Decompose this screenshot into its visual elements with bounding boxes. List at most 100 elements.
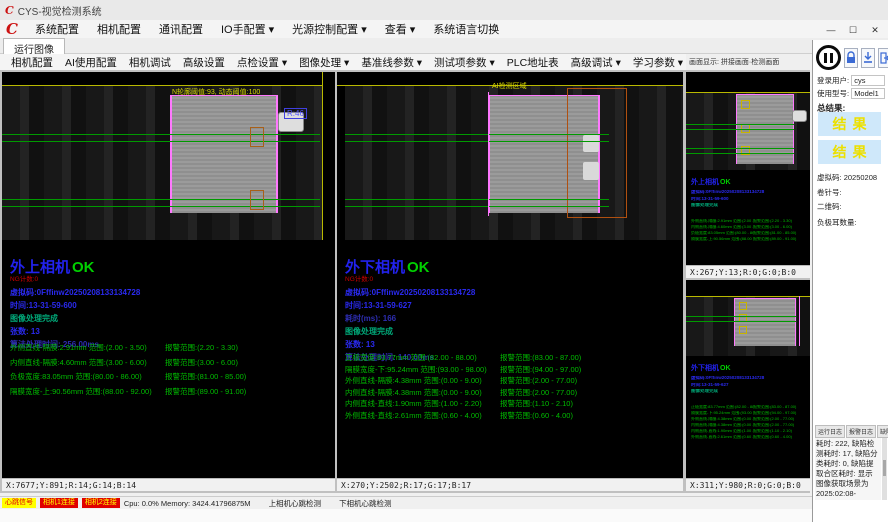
exit-button[interactable]: [878, 48, 888, 68]
measure-line-green: [686, 124, 794, 125]
proc-time-label: 耗时(ms): 166: [345, 315, 665, 323]
process-status-label: 图像处理完成: [10, 315, 330, 323]
time-label: 时间:13-31-59-627: [691, 383, 807, 388]
process-status-label: 图像处理完成: [691, 203, 807, 208]
time-label: 时间:13-31-59-600: [10, 302, 330, 310]
upper-camera-heartbeat-label: 上相机心跳检测: [269, 498, 322, 509]
alarm-range: 报警范围:(0.60 - 4.00): [500, 410, 573, 421]
menu-camera-config[interactable]: 相机配置: [88, 20, 150, 38]
measurement-row: 外侧直线-直线:2.61mm 范围:(0.60 - 4.00)报警范围:(0.6…: [345, 405, 675, 417]
tool-baseline-params[interactable]: 基准线参数 ▾: [355, 55, 428, 70]
measurement-value: 隔膜宽度-上:90.56mm 范围:(88.00 - 92.00): [691, 237, 753, 241]
frame-count-label: 张数: 13: [10, 328, 330, 336]
minimize-button[interactable]: —: [820, 23, 842, 36]
lower-camera-heartbeat-label: 下相机心跳检测: [339, 498, 392, 509]
measure-line-green: [345, 206, 609, 207]
measurement-row: 外侧直线-隔膜:2.91mm 范围:(2.00 - 3.50)报警范围:(2.2…: [10, 337, 335, 352]
edge-line-pink: [488, 92, 489, 216]
menu-language-switch[interactable]: 系统语言切换: [424, 20, 508, 38]
tool-test-params[interactable]: 测试项参数 ▾: [428, 55, 501, 70]
log-tabs: 运行日志 报警日志 缺陷日志: [815, 425, 887, 438]
measure-line-green: [345, 141, 609, 142]
log-tab-run[interactable]: 运行日志: [815, 425, 845, 438]
menu-io-config[interactable]: IO手配置 ▾: [212, 20, 283, 38]
log-tab-alarm[interactable]: 报警日志: [846, 425, 876, 438]
close-button[interactable]: ✕: [864, 23, 886, 36]
detect-box-orange: [250, 190, 264, 210]
result-box-upper: 结果: [818, 112, 881, 136]
guide-line-yellow: [686, 92, 810, 93]
tool-plc-address-table[interactable]: PLC地址表: [501, 55, 565, 70]
camera-title: 外上相机: [10, 260, 70, 275]
r-value-overlay-label: R:46: [284, 108, 307, 119]
measurement-row: 正极宽度:83.77mm 范围:(82.00 - 88.00)报警范围:(83.…: [345, 347, 675, 359]
model-row: 使用型号: Model1: [817, 88, 885, 99]
menu-view[interactable]: 查看 ▾: [376, 20, 425, 38]
measurement-value: 隔膜宽度-上:90.56mm 范围:(88.00 - 92.00): [10, 386, 165, 397]
camera-view-lower[interactable]: AI检测区域 外下相机OK NG计数:0 虚拟码:0Fffinw20250208…: [337, 72, 683, 478]
measurement-value: 外侧直线-直线:2.61mm 范围:(0.60 - 4.00): [345, 410, 500, 421]
measurement-row: 内侧直线-隔膜:4.60mm 范围:(3.00 - 6.00)报警范围:(3.0…: [10, 352, 335, 367]
tool-advanced-settings[interactable]: 高级设置: [177, 55, 231, 70]
tool-image-processing[interactable]: 图像处理 ▾: [293, 55, 355, 70]
menu-comm-config[interactable]: 通讯配置: [150, 20, 212, 38]
tool-advanced-debug[interactable]: 高级调试 ▾: [565, 55, 627, 70]
guide-line-yellow: [686, 296, 810, 297]
result-ok-label: OK: [720, 179, 731, 186]
thumbnail-view-upper[interactable]: 外上相机OK 虚拟码:0Fffinw20250208133134728 时间:1…: [686, 72, 810, 265]
tool-spot-check[interactable]: 点检设置 ▾: [231, 55, 293, 70]
tab-blob: [583, 162, 599, 180]
ng-counter-label: NG计数:0: [10, 277, 330, 284]
tool-camera-debug[interactable]: 相机调试: [123, 55, 177, 70]
process-status-label: 图像处理完成: [691, 389, 807, 394]
needle-number-label: 卷针号:: [817, 187, 842, 198]
thumbnail-view-lower[interactable]: 外下相机OK 虚拟码:0Fffinw20250208133134728 时间:1…: [686, 280, 810, 478]
detect-box-orange: [250, 127, 264, 147]
measure-line-green: [345, 199, 609, 200]
virtual-code-value: 20250208: [844, 173, 877, 182]
thumbnail-header-label: 画面显示: 拼接画面·检测画面: [689, 57, 779, 67]
model-value: Model1: [851, 88, 885, 99]
log-scrollbar-thumb[interactable]: [883, 460, 886, 476]
menu-system-config[interactable]: 系统配置: [26, 20, 88, 38]
barcode-label: 虚拟码:0Fffinw20250208133134728: [345, 289, 665, 297]
tool-learning-params[interactable]: 学习参数 ▾: [627, 55, 689, 70]
log-tab-defect[interactable]: 缺陷日志: [877, 425, 888, 438]
measure-line-green: [2, 206, 320, 207]
tool-camera-config[interactable]: 相机配置: [5, 55, 59, 70]
virtual-code-row: 虚拟码: 20250208: [817, 172, 877, 183]
barcode-label: 虚拟码:0Fffinw20250208133134728: [10, 289, 330, 297]
result-ok-label: OK: [72, 260, 95, 275]
camera-title: 外上相机: [691, 179, 719, 186]
result-box-lower: 结果: [818, 140, 881, 164]
measurement-row: 隔膜宽度-上:90.56mm 范围:(88.00 - 92.00)报警范围:(8…: [10, 381, 335, 396]
pause-button[interactable]: [816, 45, 841, 70]
detect-box-yellow: [739, 302, 747, 310]
mini-result-text-lower: 外下相机OK 虚拟码:0Fffinw20250208133134728 时间:1…: [691, 358, 807, 433]
negative-tab-count-label: 负极耳数量:: [817, 217, 857, 228]
menu-light-config[interactable]: 光源控制配置 ▾: [283, 20, 376, 38]
measurement-rows-lower: 正极宽度:83.77mm 范围:(82.00 - 88.00)报警范围:(83.…: [345, 347, 675, 417]
result-ok-label: OK: [407, 260, 430, 275]
sidebar: 登录用户: cys 使用型号: Model1 总结果: 结果 结果 虚拟码: 2…: [812, 40, 888, 522]
camera-view-upper[interactable]: N轮廓阈值:93, 动态阈值:100 R:46 外上相机OK NG计数:0 虚拟…: [2, 72, 335, 478]
threshold-overlay-label: N轮廓阈值:93, 动态阈值:100: [172, 87, 260, 97]
measure-line-green: [686, 321, 796, 322]
tool-ai-usage-config[interactable]: AI使用配置: [59, 55, 123, 70]
measure-line-green: [686, 316, 796, 317]
app-logo-icon: C: [5, 4, 14, 17]
save-image-button[interactable]: [861, 48, 875, 68]
thumbnail-header: 画面显示: 拼接画面·检测画面: [686, 54, 810, 70]
main-view: N轮廓阈值:93, 动态阈值:100 R:46 外上相机OK NG计数:0 虚拟…: [0, 70, 810, 493]
lock-camera-button[interactable]: [844, 48, 858, 68]
maximize-button[interactable]: ☐: [842, 23, 864, 36]
title-bar: C CYS-视觉检测系统: [0, 0, 888, 20]
login-user-row: 登录用户: cys: [817, 75, 885, 86]
connector-blob: [792, 110, 807, 122]
tab-bar: 运行图像: [0, 38, 888, 54]
pixel-coords-thumb-lower: X:311;Y:980;R:0;G:0;B:0: [686, 478, 810, 491]
edge-line-pink: [799, 296, 800, 346]
mini-measurement-rows: 外侧直线-隔膜:2.91mm 范围:(2.00 - 3.50)报警范围:(2.2…: [691, 211, 807, 235]
menu-bar: C 系统配置 相机配置 通讯配置 IO手配置 ▾ 光源控制配置 ▾ 查看 ▾ 系…: [0, 20, 888, 38]
alarm-range: 报警范围:(89.00 - 91.00): [753, 237, 801, 241]
